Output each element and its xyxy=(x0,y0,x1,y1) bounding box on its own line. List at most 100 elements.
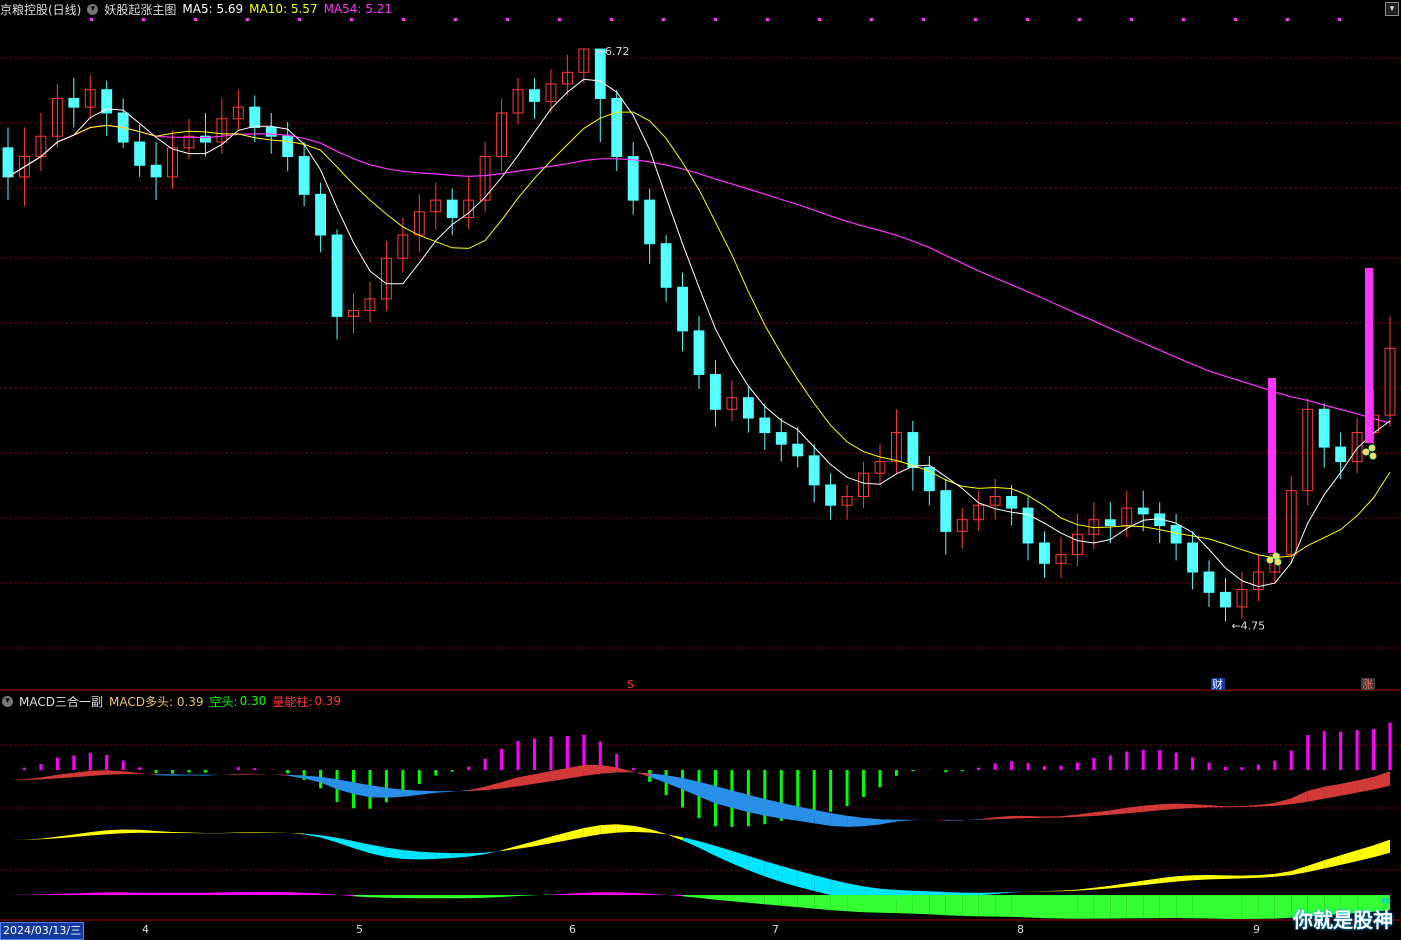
macd-dif-dea-ribbon xyxy=(1324,783,1341,799)
macd-dif-dea-ribbon xyxy=(205,774,222,776)
macd-long-ribbon xyxy=(666,894,683,897)
macd-dif-dea-ribbon xyxy=(419,790,436,795)
macd-trend-ribbon xyxy=(633,825,650,833)
macd-trend-ribbon xyxy=(501,845,518,851)
macd-trend-ribbon xyxy=(353,841,370,854)
indicator-name[interactable]: 妖股起涨主图 xyxy=(104,1,176,18)
macd-long-ribbon xyxy=(814,895,831,911)
macd-trend-ribbon xyxy=(435,852,453,859)
macd-long-ribbon xyxy=(156,892,173,895)
stock-title[interactable]: 京粮控股(日线) xyxy=(0,1,81,18)
signal-dot xyxy=(1272,552,1280,560)
top-marker xyxy=(142,18,145,21)
macd-long-ribbon xyxy=(1110,895,1127,919)
macd-trend-ribbon xyxy=(1011,891,1028,893)
macd-long-ribbon xyxy=(1192,895,1209,919)
macd-trend-ribbon xyxy=(337,837,354,849)
macd-trend-ribbon xyxy=(1274,871,1292,877)
top-marker xyxy=(1338,18,1341,21)
candle-body xyxy=(677,286,688,332)
candle-body xyxy=(150,164,162,178)
candle-body xyxy=(446,199,458,219)
macd-dif-dea-ribbon xyxy=(485,782,502,791)
top-marker xyxy=(298,18,301,21)
macd-dif-dea-ribbon xyxy=(945,819,963,821)
macd-dropdown-icon[interactable]: ▾ xyxy=(2,695,13,707)
macd-bull: MACD多头: 0.39 xyxy=(108,694,204,709)
panel-toggle-icon[interactable]: ▾ xyxy=(1385,2,1399,16)
macd-long-ribbon xyxy=(715,895,732,902)
macd-long-ribbon xyxy=(238,892,255,895)
macd-dif-dea-ribbon xyxy=(73,770,91,778)
macd-dif-dea-ribbon xyxy=(550,768,568,782)
macd-long-ribbon xyxy=(320,893,337,895)
macd-long-ribbon xyxy=(485,895,502,898)
macd-dif-dea-ribbon xyxy=(106,770,124,775)
marker-cai: 财 xyxy=(1212,677,1223,691)
macd-trend-ribbon xyxy=(40,836,58,840)
macd-long-ribbon xyxy=(287,892,305,895)
macd-name[interactable]: MACD三合一副 xyxy=(19,693,103,710)
macd-dif-dea-ribbon xyxy=(1110,807,1127,815)
candle-body xyxy=(249,106,261,128)
macd-dif-dea-ribbon xyxy=(830,813,848,827)
top-marker xyxy=(714,18,717,21)
macd-trend-ribbon xyxy=(616,824,634,833)
candle-body xyxy=(1039,542,1050,564)
macd-dif-dea-ribbon xyxy=(682,778,699,797)
macd-trend-ribbon xyxy=(106,829,124,835)
candle-body xyxy=(627,156,639,201)
macd-long-ribbon xyxy=(123,892,140,895)
macd-trend-ribbon xyxy=(1373,839,1390,858)
macd-long-ribbon xyxy=(337,894,354,897)
macd-long-ribbon xyxy=(73,892,91,895)
macd-dif-dea-ribbon xyxy=(1373,771,1390,790)
month-tick-7: 7 xyxy=(772,923,779,936)
macd-long-ribbon xyxy=(945,895,963,916)
macd-trend-ribbon xyxy=(748,856,765,877)
candle-body xyxy=(529,89,540,102)
top-marker xyxy=(922,18,925,21)
macd-trend-ribbon xyxy=(304,833,321,838)
candle-body xyxy=(1187,542,1199,573)
macd-trend-ribbon xyxy=(1176,875,1193,882)
macd-long-ribbon xyxy=(1126,895,1144,919)
macd-trend-ribbon xyxy=(995,892,1012,894)
macd-dif-dea-ribbon xyxy=(402,789,420,797)
macd-dif-dea-ribbon xyxy=(156,774,173,776)
macd-dif-dea-ribbon xyxy=(320,776,337,790)
macd-trend-ribbon xyxy=(485,850,502,855)
indicator-dropdown-icon[interactable]: ▾ xyxy=(87,3,99,15)
signal-dot xyxy=(1362,448,1370,456)
stock-chart[interactable]: ←6.72 ←4.75 S 财 涨 xyxy=(0,0,1401,940)
macd-trend-ribbon xyxy=(419,851,436,860)
top-marker xyxy=(1078,18,1081,21)
macd-trend-ribbon xyxy=(172,832,189,834)
macd-dif-dea-ribbon xyxy=(814,809,831,826)
macd-dif-dea-ribbon xyxy=(1340,780,1358,796)
candle-body xyxy=(265,127,277,137)
macd-dif-dea-ribbon xyxy=(666,775,683,790)
macd-trend-ribbon xyxy=(468,852,486,857)
macd-trend-ribbon xyxy=(567,828,584,841)
macd-dif-dea-ribbon xyxy=(238,773,255,775)
macd-trend-ribbon xyxy=(287,832,305,835)
macd-trend-ribbon xyxy=(1110,883,1127,889)
macd-dif-dea-ribbon xyxy=(715,786,732,808)
macd-dif-dea-ribbon xyxy=(995,815,1012,820)
macd-dif-dea-ribbon xyxy=(781,802,798,821)
macd-trend-ribbon xyxy=(1126,880,1144,887)
macd-long-ribbon xyxy=(189,892,206,895)
macd-long-ribbon xyxy=(699,895,716,900)
candle-body xyxy=(134,141,146,166)
candle-body xyxy=(611,97,623,158)
ma10-label: MA10: 5.57 xyxy=(249,2,318,16)
macd-trend-ribbon xyxy=(1241,875,1259,879)
macd-trend-ribbon xyxy=(90,830,107,836)
macd-trend-ribbon xyxy=(1028,891,1045,892)
macd-long-ribbon xyxy=(90,892,107,895)
macd-long-ribbon xyxy=(830,895,848,912)
macd-dif-dea-ribbon xyxy=(1209,805,1226,808)
macd-dif-dea-ribbon xyxy=(40,774,58,780)
macd-long-ribbon xyxy=(600,892,617,895)
